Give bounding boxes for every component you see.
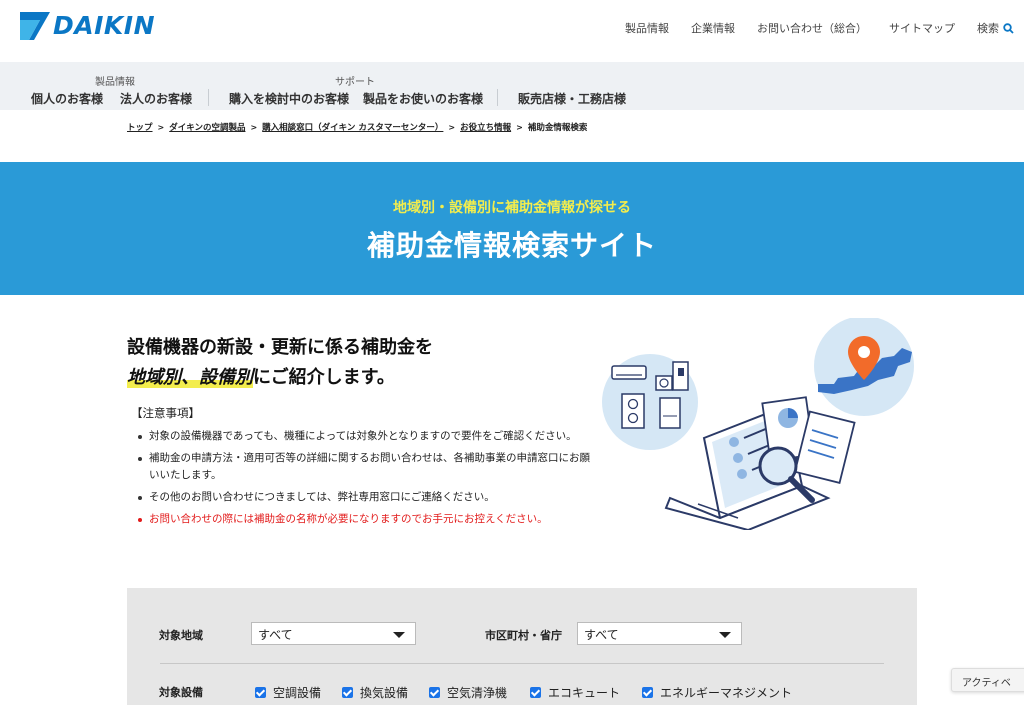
region-select-value: すべて (258, 628, 293, 642)
checkbox-label: 空気清浄機 (447, 686, 508, 700)
intro-highlight: 地域別、設備別 (127, 367, 253, 388)
chevron-down-icon (719, 632, 731, 638)
checkbox-checked-icon (255, 687, 266, 698)
subsidy-search-illustration (602, 318, 914, 530)
checkbox-air-purifier[interactable]: 空気清浄機 (429, 684, 507, 701)
logo-text: DAIKIN (53, 11, 155, 40)
checkbox-checked-icon (429, 687, 440, 698)
subnav-using[interactable]: 製品をお使いのお客様 (363, 90, 483, 107)
checkbox-aircon[interactable]: 空調設備 (255, 684, 321, 701)
breadcrumb-top[interactable]: トップ (127, 121, 153, 133)
breadcrumb-products[interactable]: ダイキンの空調製品 (169, 121, 245, 133)
breadcrumb-current: 補助金情報検索 (527, 123, 588, 133)
breadcrumb-arrow-icon: > (448, 122, 456, 132)
search-icon (1003, 22, 1014, 34)
top-nav: 製品情報 企業情報 お問い合わせ（総合） サイトマップ 検索 (603, 20, 1014, 36)
subnav-dealers[interactable]: 販売店様・工務店様 (518, 90, 626, 107)
page-title: 補助金情報検索サイト (366, 229, 657, 262)
activate-windows-notice[interactable]: アクティベ (951, 668, 1024, 692)
checkbox-label: エネルギーマネジメント (660, 686, 793, 700)
chevron-down-icon (393, 632, 405, 638)
group-label-products: 製品情報 (95, 77, 135, 88)
subnav-considering[interactable]: 購入を検討中のお客様 (229, 90, 349, 107)
daikin-logo[interactable]: DAIKIN (20, 11, 155, 40)
subnav-individual[interactable]: 個人のお客様 (31, 90, 103, 107)
nav-products[interactable]: 製品情報 (625, 20, 669, 36)
city-label: 市区町村・省庁 (485, 629, 562, 642)
checkbox-checked-icon (642, 687, 653, 698)
intro-heading-rest: にご紹介します。 (253, 367, 395, 388)
panel-divider (160, 663, 884, 664)
breadcrumb-useful-info[interactable]: お役立ち情報 (460, 121, 511, 133)
subnav-corporate[interactable]: 法人のお客様 (120, 90, 192, 107)
checkbox-energy-management[interactable]: エネルギーマネジメント (642, 684, 792, 701)
search-panel: 対象地域 すべて 市区町村・省庁 すべて 対象設備 空調設備 換気設備 空気清浄… (127, 588, 917, 705)
nav-company[interactable]: 企業情報 (691, 20, 735, 36)
intro-heading-line1: 設備機器の新設・更新に係る補助金を (127, 337, 433, 358)
search-label: 検索 (977, 22, 999, 35)
breadcrumb-arrow-icon: > (516, 122, 523, 132)
checkbox-label: 空調設備 (273, 686, 322, 700)
checkbox-checked-icon (342, 687, 353, 698)
notice-item: その他のお問い合わせにつきましては、弊社専用窓口にご連絡ください。 (138, 489, 598, 506)
checkbox-label: エコキュート (548, 686, 621, 700)
notice-list: 対象の設備機器であっても、機種によっては対象外となりますので要件をご確認ください… (138, 428, 598, 533)
audience-nav: 製品情報 サポート 個人のお客様 法人のお客様 購入を検討中のお客様 製品をお使… (0, 62, 1024, 110)
notice-heading: 【注意事項】 (131, 406, 200, 420)
nav-sitemap[interactable]: サイトマップ (889, 20, 955, 36)
search-link[interactable]: 検索 (977, 20, 1014, 36)
breadcrumb: トップ > ダイキンの空調製品 > 購入相談窓口（ダイキン カスタマーセンター）… (127, 121, 588, 134)
checkbox-ecocute[interactable]: エコキュート (530, 684, 620, 701)
group-label-support: サポート (335, 77, 375, 88)
hero-banner: 地域別・設備別に補助金情報が探せる 補助金情報検索サイト (0, 162, 1024, 295)
checkbox-checked-icon (530, 687, 541, 698)
notice-item-warning: お問い合わせの際には補助金の名称が必要になりますのでお手元にお控えください。 (138, 511, 598, 528)
nav-contact[interactable]: お問い合わせ（総合） (757, 20, 867, 36)
hero-subtitle: 地域別・設備別に補助金情報が探せる (393, 200, 631, 216)
equipment-label: 対象設備 (159, 686, 203, 699)
subnav-divider (497, 89, 498, 106)
region-label: 対象地域 (159, 629, 203, 642)
checkbox-label: 換気設備 (360, 686, 409, 700)
breadcrumb-arrow-icon: > (157, 122, 165, 132)
city-select-value: すべて (584, 628, 619, 642)
intro-heading-line2: 地域別、設備別にご紹介します。 (127, 363, 395, 389)
checkbox-ventilation[interactable]: 換気設備 (342, 684, 408, 701)
region-select[interactable]: すべて (251, 622, 416, 645)
notice-item: 補助金の申請方法・適用可否等の詳細に関するお問い合わせは、各補助事業の申請窓口に… (138, 450, 598, 484)
daikin-logo-icon (20, 11, 50, 40)
city-select[interactable]: すべて (577, 622, 742, 645)
breadcrumb-arrow-icon: > (250, 122, 258, 132)
breadcrumb-customer-center[interactable]: 購入相談窓口（ダイキン カスタマーセンター） (262, 121, 443, 133)
subnav-divider (208, 89, 209, 106)
site-header: DAIKIN 製品情報 企業情報 お問い合わせ（総合） サイトマップ 検索 (0, 0, 1024, 62)
notice-item: 対象の設備機器であっても、機種によっては対象外となりますので要件をご確認ください… (138, 428, 598, 445)
